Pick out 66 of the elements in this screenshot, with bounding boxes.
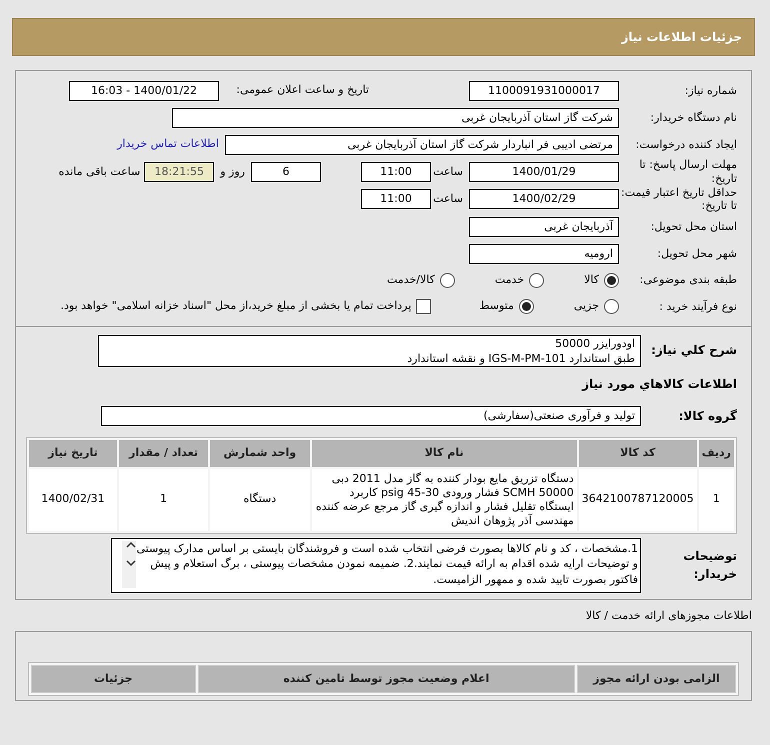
table-cell: دستگاه تزریق مایع بودار کننده به گاز مدل 2011 دبی 50000 SCMH فشار ورودی psig 45-30 کاربرد ایستگاه تقلیل فشار و اندازه گیری گاز مرجع عرضه کننده مهندسی آذر پژوهان اندیش — [312, 468, 577, 530]
date-field: 1400/01/22 - 16:03 — [69, 80, 219, 100]
page-header: جزئیات اطلاعات نیاز — [12, 18, 755, 56]
buyer-field: شرکت گاز استان آذربایجان غربی — [172, 108, 619, 128]
time-label: ساعت — [432, 164, 463, 180]
radio-label: کالا — [584, 272, 599, 288]
radio-button[interactable] — [518, 299, 534, 314]
column-header: جزئیات — [31, 664, 196, 694]
field-label: طبقه بندی موضوعی: — [638, 273, 737, 287]
radio-label: متوسط — [479, 298, 514, 314]
section-title: اطلاعات مجوزهای ارائه خدمت / کالا — [586, 608, 752, 624]
column-header: الزامی بودن ارائه مجوز — [576, 664, 736, 694]
description-line: طبق استاندارد IGS-M-PM-101 و نقشه استاندارد — [406, 351, 635, 366]
checkbox-label: پرداخت تمام یا بخشی از مبلغ خرید،از محل "اسناد خزانه اسلامی" خواهد بود. — [60, 298, 412, 314]
column-header: واحد شمارش — [210, 440, 310, 466]
scroll-up-icon[interactable] — [126, 540, 136, 548]
section-label: توضیحات خریدار: — [682, 548, 737, 584]
time-label: ساعت — [432, 191, 463, 207]
remaining-time-field: 18:21:55 — [144, 162, 214, 182]
notes-text: 1.مشخصات ، کد و نام کالاها بصورت فرضی انتخاب شده است و فروشندگان بایستی بر اساس مدارک پیوستی و توضیحات ارایه شده اقدام به ارائه قیمت نمایند.2. ضمیمه نمودن مشخصات پیوستی ، برگ استعلام و پیش فاکتور بصورت تایید شده و ممهور الزامیست. — [136, 540, 638, 588]
radio-label: کالا/خدمت — [387, 272, 435, 288]
field-label: استان محل تحویل: — [650, 220, 737, 234]
column-header: کد کالا — [578, 440, 697, 466]
days-label: روز و — [220, 164, 245, 180]
field-label: نام دستگاه خریدار: — [649, 110, 737, 124]
need-number-field: 1100091931000017 — [469, 80, 619, 100]
section-label: شرح كلي نياز: — [650, 342, 737, 359]
field-label: ایجاد کننده درخواست: — [634, 138, 737, 152]
field-label: تاریخ و ساعت اعلان عمومی: — [235, 82, 369, 98]
table-cell: دستگاه — [210, 468, 310, 530]
table-cell: 3642100787120005 — [578, 468, 697, 530]
days-field: 6 — [251, 162, 321, 182]
column-header: اعلام وضعیت مجوز توسط تامین کننده — [198, 664, 575, 694]
contact-link[interactable]: اطلاعات تماس خریدار — [117, 136, 219, 153]
date-field: 1400/01/29 — [469, 162, 619, 182]
date-field: 1400/02/29 — [469, 189, 619, 210]
table-cell: 1400/02/31 — [29, 468, 117, 530]
time-field: 11:00 — [361, 189, 431, 210]
field-label: حداقل تاریخ اعتبار قیمت: تا تاریخ: — [620, 186, 737, 213]
radio-label: خدمت — [494, 272, 524, 288]
table-cell: 1 — [698, 468, 734, 530]
remaining-label: ساعت باقی مانده — [58, 164, 140, 180]
radio-button[interactable] — [604, 272, 619, 288]
radio-label: جزیی — [574, 298, 599, 314]
radio-button[interactable] — [440, 272, 455, 288]
city-field: ارومیه — [469, 244, 619, 264]
checkbox[interactable] — [416, 299, 432, 314]
field-label: نوع فرآیند خرید : — [658, 300, 737, 314]
column-header: تاریخ نیاز — [29, 440, 117, 466]
time-field: 11:00 — [361, 162, 431, 182]
radio-button[interactable] — [529, 272, 544, 288]
section-heading: اطلاعات كالاهاي مورد نياز — [582, 376, 737, 393]
radio-button[interactable] — [604, 299, 619, 314]
column-header: ردیف — [698, 440, 734, 466]
description-line: اودورایزر 50000 — [554, 336, 635, 351]
field-label: مهلت ارسال پاسخ: تا تاریخ: — [638, 158, 737, 186]
requester-field: مرتضی ادیبی فر انباردار شرکت گاز استان آذربایجان غربی — [225, 134, 619, 154]
goods-group-field: تولید و فرآوری صنعتی(سفارشی) — [101, 406, 641, 426]
field-label: شهر محل تحویل: — [656, 246, 737, 260]
column-header: نام کالا — [312, 440, 577, 466]
scroll-down-icon[interactable] — [126, 558, 136, 566]
column-header: تعداد / مقدار — [118, 440, 208, 466]
table-cell: 1 — [118, 468, 208, 530]
section-label: گروه کالا: — [678, 408, 737, 425]
field-label: شماره نیاز: — [684, 84, 737, 98]
province-field: آذربایجان غربی — [469, 216, 619, 236]
